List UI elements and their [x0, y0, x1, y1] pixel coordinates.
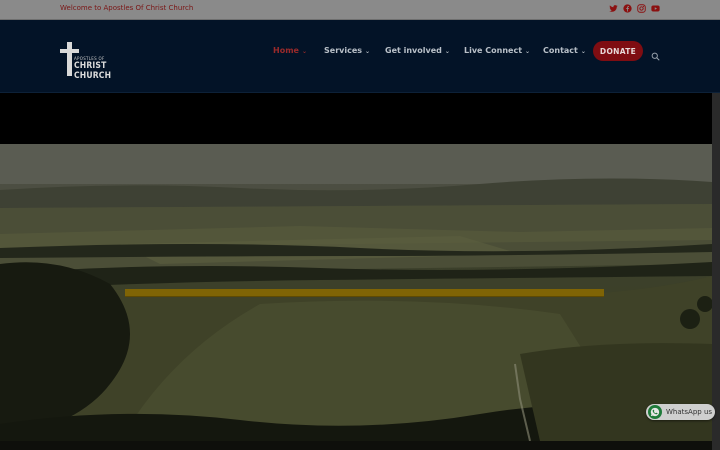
instagram-icon[interactable] — [637, 4, 646, 13]
nav-item-live-connect[interactable]: Live Connect ⌄ — [464, 46, 530, 55]
nav-item-get-involved[interactable]: Get involved ⌄ — [385, 46, 450, 55]
facebook-icon[interactable] — [623, 4, 632, 13]
search-icon[interactable] — [651, 46, 660, 61]
chevron-down-icon: ⌄ — [525, 48, 531, 55]
chevron-down-icon: ⌄ — [301, 48, 307, 55]
chevron-down-icon: ⌄ — [444, 48, 450, 55]
whatsapp-label: WhatsApp us — [666, 408, 713, 416]
cross-icon — [67, 42, 72, 76]
hero-accent-bar — [125, 289, 604, 296]
twitter-icon[interactable] — [609, 4, 618, 13]
social-links — [609, 4, 660, 13]
chevron-down-icon: ⌄ — [365, 48, 371, 55]
whatsapp-button[interactable]: WhatsApp us — [646, 404, 715, 420]
nav-item-contact[interactable]: Contact ⌄ — [543, 46, 586, 55]
donate-button[interactable]: DONATE — [593, 41, 643, 61]
top-bar: Welcome to Apostles Of Christ Church — [0, 0, 720, 20]
hero-landscape-image — [0, 144, 712, 441]
site-header: APOSTLES OF CHRIST CHURCH Home ⌄ Services… — [0, 20, 720, 93]
whatsapp-icon — [648, 405, 662, 419]
logo-main-text: CHRIST CHURCH — [74, 61, 112, 81]
chevron-down-icon: ⌄ — [580, 48, 586, 55]
scrollbar[interactable] — [712, 93, 720, 450]
nav-item-services[interactable]: Services ⌄ — [324, 46, 370, 55]
hero-dark-band — [0, 93, 712, 144]
site-logo[interactable]: APOSTLES OF CHRIST CHURCH — [60, 42, 140, 81]
nav-item-home[interactable]: Home ⌄ — [273, 46, 307, 55]
youtube-icon[interactable] — [651, 4, 660, 13]
welcome-text: Welcome to Apostles Of Christ Church — [60, 4, 194, 12]
